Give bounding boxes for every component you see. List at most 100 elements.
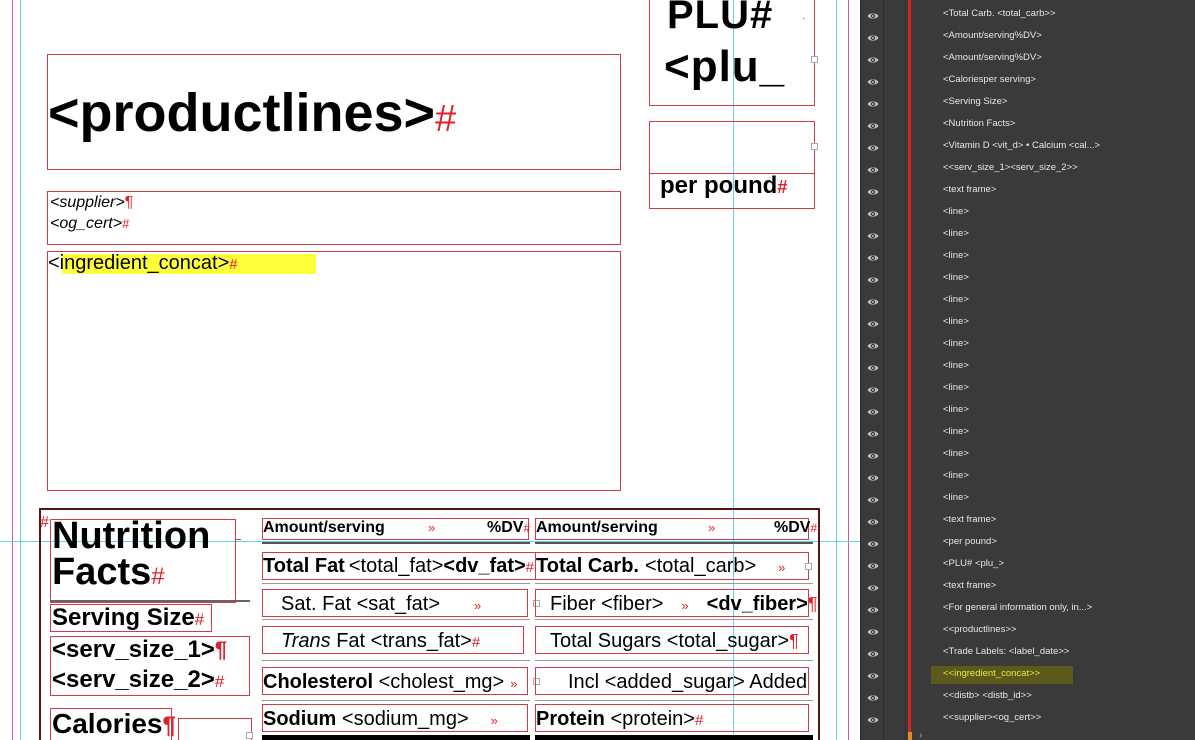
visibility-eye-icon[interactable] — [867, 75, 879, 87]
visibility-eye-icon[interactable] — [867, 361, 879, 373]
blank-text-frame[interactable] — [649, 121, 815, 174]
layer-row[interactable]: <per pound> — [861, 532, 1195, 554]
cholesterol-frame[interactable]: Cholesterol <cholest_mg>» — [262, 667, 528, 695]
layer-row[interactable]: <line> — [861, 334, 1195, 356]
frame-out-port[interactable] — [246, 732, 253, 739]
layer-row[interactable]: <Vitamin D <vit_d> • Calcium <cal...> — [861, 136, 1195, 158]
fiber-frame[interactable]: Fiber <fiber>» <dv_fiber>¶ — [535, 589, 817, 617]
visibility-eye-icon[interactable] — [867, 581, 879, 593]
visibility-eye-icon[interactable] — [867, 603, 879, 615]
layer-row[interactable]: <<ingredient_concat>> — [861, 664, 1195, 686]
total-carb-frame[interactable]: Total Carb. <total_carb>» — [535, 552, 809, 580]
layer-row[interactable]: <line> — [861, 356, 1195, 378]
visibility-eye-icon[interactable] — [867, 97, 879, 109]
visibility-eye-icon[interactable] — [867, 317, 879, 329]
layer-row[interactable]: <text frame> — [861, 180, 1195, 202]
total-fat-frame[interactable]: Total Fat <total_fat><dv_fat># — [262, 552, 536, 580]
per-pound-frame[interactable]: per pound# — [649, 173, 815, 209]
layer-row[interactable]: <Serving Size> — [861, 92, 1195, 114]
layer-row[interactable]: <line> — [861, 378, 1195, 400]
layer-row[interactable]: <Trade Labels: <label_date>> — [861, 642, 1195, 664]
layer-row[interactable]: <Caloriesper serving> — [861, 70, 1195, 92]
visibility-eye-icon[interactable] — [867, 229, 879, 241]
column-guide-right[interactable] — [836, 0, 837, 740]
visibility-eye-icon[interactable] — [867, 559, 879, 571]
layer-row[interactable]: <Total Carb. <total_carb>> — [861, 4, 1195, 26]
layer-row[interactable]: <line> — [861, 312, 1195, 334]
layer-row[interactable]: <line> — [861, 488, 1195, 510]
frame-out-port[interactable] — [811, 56, 818, 63]
calories-frame[interactable]: Calories¶ — [50, 708, 176, 740]
layer-row[interactable]: <line> — [861, 466, 1195, 488]
layer-row[interactable]: <PLU# <plu_> — [861, 554, 1195, 576]
visibility-eye-icon[interactable] — [867, 119, 879, 131]
ingredient-frame[interactable]: <ingredient_concat># — [47, 251, 621, 491]
layer-row[interactable]: <line> — [861, 422, 1195, 444]
end-of-story-mark: # — [777, 177, 788, 197]
layer-row[interactable]: <<serv_size_1><serv_size_2>> — [861, 158, 1195, 180]
amount-serving-left-frame[interactable]: Amount/serving » %DV# — [262, 518, 530, 540]
visibility-eye-icon[interactable] — [867, 691, 879, 703]
visibility-eye-icon[interactable] — [867, 449, 879, 461]
total-sugars-frame[interactable]: Total Sugars <total_sugar>¶ — [535, 626, 809, 654]
layer-row[interactable]: <text frame> — [861, 576, 1195, 598]
visibility-eye-icon[interactable] — [867, 31, 879, 43]
layer-row[interactable]: <Amount/serving%DV> — [861, 48, 1195, 70]
visibility-eye-icon[interactable] — [867, 163, 879, 175]
layer-row[interactable]: <line> — [861, 444, 1195, 466]
visibility-eye-icon[interactable] — [867, 383, 879, 395]
protein-frame[interactable]: Protein <protein># — [535, 704, 809, 732]
layer-row[interactable]: <Nutrition Facts> — [861, 114, 1195, 136]
layer-row[interactable]: <line> — [861, 246, 1195, 268]
visibility-eye-icon[interactable] — [867, 251, 879, 263]
layer-row[interactable]: <line> — [861, 400, 1195, 422]
visibility-eye-icon[interactable] — [867, 295, 879, 307]
document-canvas[interactable]: PLU# · <plu_ per pound# <productlines># … — [0, 0, 860, 740]
visibility-eye-icon[interactable] — [867, 669, 879, 681]
layer-row[interactable]: <text frame> — [861, 510, 1195, 532]
trans-fat-frame[interactable]: Trans Fat <trans_fat># — [262, 626, 524, 654]
visibility-eye-icon[interactable] — [867, 339, 879, 351]
visibility-eye-icon[interactable] — [867, 625, 879, 637]
frame-out-port[interactable] — [811, 143, 818, 150]
added-sugar-frame[interactable]: Incl <added_sugar> Added — [535, 667, 809, 695]
layer-row[interactable]: <line> — [861, 224, 1195, 246]
layer-row[interactable]: <line> — [861, 268, 1195, 290]
visibility-eye-icon[interactable] — [867, 427, 879, 439]
layer-row[interactable]: <line> — [861, 290, 1195, 312]
productlines-frame[interactable]: <productlines># — [47, 54, 621, 170]
visibility-eye-icon[interactable] — [867, 185, 879, 197]
visibility-eye-icon[interactable] — [867, 537, 879, 549]
visibility-eye-icon[interactable] — [867, 405, 879, 417]
visibility-eye-icon[interactable] — [867, 493, 879, 505]
sat-fat-frame[interactable]: Sat. Fat <sat_fat>» — [262, 589, 528, 617]
visibility-eye-icon[interactable] — [867, 207, 879, 219]
column-guide-left[interactable] — [20, 0, 21, 740]
visibility-eye-icon[interactable] — [867, 515, 879, 527]
plu-text-frame[interactable]: PLU# · <plu_ — [649, 0, 815, 106]
visibility-eye-icon[interactable] — [867, 647, 879, 659]
visibility-eye-icon[interactable] — [867, 141, 879, 153]
supplier-frame[interactable]: <supplier>¶ <og_cert># — [47, 191, 621, 245]
calories-value-frame[interactable] — [178, 718, 252, 740]
serving-size-frame[interactable]: Serving Size# — [50, 604, 212, 632]
layer-row[interactable]: <Amount/serving%DV> — [861, 26, 1195, 48]
layer-row[interactable]: <line> — [861, 202, 1195, 224]
visibility-eye-icon[interactable] — [867, 53, 879, 65]
layer-row[interactable]: <<distb> <distb_id>> — [861, 686, 1195, 708]
frame-out-port[interactable] — [805, 563, 812, 570]
layer-row[interactable]: <<supplier><og_cert>> — [861, 708, 1195, 730]
amount-serving-right-frame[interactable]: Amount/serving » %DV# — [535, 518, 817, 540]
visibility-eye-icon[interactable] — [867, 9, 879, 21]
layer-row[interactable]: <<productlines>> — [861, 620, 1195, 642]
sodium-frame[interactable]: Sodium <sodium_mg>» — [262, 704, 528, 732]
visibility-eye-icon[interactable] — [867, 273, 879, 285]
expand-arrow-icon[interactable]: › — [919, 730, 922, 740]
layer-label: <line> — [943, 382, 969, 393]
visibility-eye-icon[interactable] — [867, 471, 879, 483]
serv-size-frame[interactable]: <serv_size_1>¶ <serv_size_2># — [50, 636, 250, 696]
layers-panel[interactable]: <Total Carb. <total_carb>> <Amount/servin… — [860, 0, 1195, 740]
visibility-eye-icon[interactable] — [867, 713, 879, 725]
nutrition-facts-frame[interactable]: Nutrition Facts# — [50, 517, 236, 603]
layer-row[interactable]: <For general information only, in...> — [861, 598, 1195, 620]
